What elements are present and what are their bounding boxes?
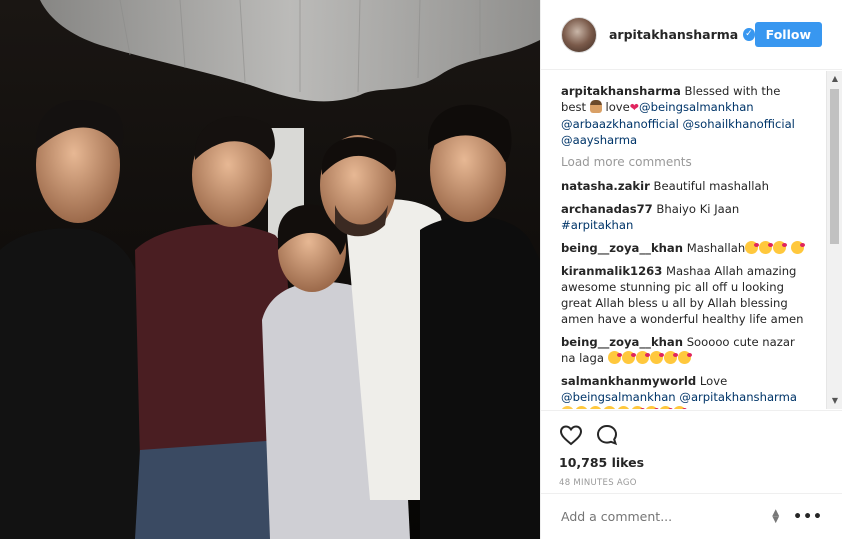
comment-username[interactable]: natasha.zakir bbox=[561, 179, 650, 193]
follow-button[interactable]: Follow bbox=[754, 22, 822, 47]
comment: being__zoya__khan Mashallah bbox=[561, 240, 823, 256]
post-photo[interactable] bbox=[0, 0, 540, 539]
comment-text: love bbox=[605, 100, 630, 114]
author-username[interactable]: arpitakhansharma bbox=[609, 27, 738, 42]
comment: natasha.zakir Beautiful mashallah bbox=[561, 178, 823, 194]
add-comment-input[interactable] bbox=[561, 509, 773, 524]
comment: salmankhanmyworld Love @beingsalmankhan … bbox=[561, 373, 823, 409]
comment: kiranmalik1263 Mashaa Allah amazing awes… bbox=[561, 263, 823, 327]
more-options-icon[interactable]: ••• bbox=[793, 509, 823, 525]
scroll-down-arrow-icon[interactable]: ▼ bbox=[827, 393, 842, 409]
resize-stepper-icon[interactable]: ▲ ▼ bbox=[772, 508, 779, 524]
mention-link[interactable]: @arbaazkhanofficial bbox=[561, 117, 679, 131]
comment-bubble-icon[interactable] bbox=[595, 424, 619, 446]
heart-eyes-emoji-icon bbox=[575, 406, 588, 409]
kiss-emoji-icon bbox=[659, 406, 673, 409]
heart-eyes-emoji-icon bbox=[617, 406, 630, 409]
avatar[interactable] bbox=[561, 16, 597, 53]
mention-link[interactable]: @sohailkhanofficial bbox=[683, 117, 795, 131]
comment-text: Beautiful mashallah bbox=[653, 179, 769, 193]
kiss-emoji-icon bbox=[673, 406, 687, 409]
mention-link[interactable]: @beingsalmankhan bbox=[639, 100, 754, 114]
kiss-emoji-icon bbox=[621, 351, 636, 364]
comments-list: arpitakhansharma Blessed with the best l… bbox=[541, 71, 842, 409]
kiss-emoji-icon bbox=[759, 241, 774, 254]
verified-badge-icon: ✓ bbox=[743, 28, 755, 41]
post-header: arpitakhansharma ✓ Follow bbox=[541, 0, 842, 70]
kiss-emoji-icon bbox=[790, 241, 805, 254]
comments-scrollbar[interactable]: ▲ ▼ bbox=[826, 71, 842, 409]
add-comment-bar: ▲▼ ••• bbox=[541, 493, 842, 539]
kiss-emoji-icon bbox=[607, 351, 622, 364]
load-more-comments-link[interactable]: Load more comments bbox=[561, 155, 823, 169]
kiss-emoji-icon bbox=[745, 241, 760, 254]
comment-text: Love bbox=[699, 374, 728, 388]
post-actions: 10,785 likes 48 MINUTES AGO bbox=[541, 410, 842, 488]
grin-emoji-icon bbox=[561, 406, 574, 409]
comment: archanadas77 Bhaiyo Ki Jaan #arpitakhan bbox=[561, 201, 823, 233]
post-timestamp: 48 MINUTES AGO bbox=[559, 478, 637, 488]
kiss-emoji-icon bbox=[677, 351, 692, 364]
kiss-emoji-icon bbox=[645, 406, 659, 409]
heart-eyes-emoji-icon bbox=[589, 406, 602, 409]
comment-username[interactable]: arpitakhansharma bbox=[561, 84, 681, 98]
hashtag-link[interactable]: #arpitakhan bbox=[561, 218, 633, 232]
comment-username[interactable]: salmankhanmyworld bbox=[561, 374, 696, 388]
comment-text: Bhaiyo Ki Jaan bbox=[656, 202, 740, 216]
caption: arpitakhansharma Blessed with the best l… bbox=[561, 83, 823, 148]
heart-eyes-emoji-icon bbox=[603, 406, 616, 409]
group-photo-illustration bbox=[0, 0, 540, 539]
comment-username[interactable]: being__zoya__khan bbox=[561, 335, 683, 349]
post-sidebar: arpitakhansharma ✓ Follow arpitakhanshar… bbox=[540, 0, 842, 539]
mention-link[interactable]: @beingsalmankhan bbox=[561, 390, 676, 404]
comment: being__zoya__khan Sooooo cute nazar na l… bbox=[561, 334, 823, 366]
mention-link[interactable]: @arpitakhansharma bbox=[679, 390, 797, 404]
kiss-emoji-icon bbox=[631, 406, 645, 409]
kiss-emoji-icon bbox=[635, 351, 650, 364]
like-heart-icon[interactable] bbox=[559, 424, 583, 446]
kiss-emoji-icon bbox=[663, 351, 678, 364]
comment-username[interactable]: archanadas77 bbox=[561, 202, 653, 216]
comment-username[interactable]: kiranmalik1263 bbox=[561, 264, 662, 278]
person-emoji-icon bbox=[589, 100, 602, 113]
scroll-up-arrow-icon[interactable]: ▲ bbox=[827, 71, 842, 87]
kiss-emoji-icon bbox=[649, 351, 664, 364]
comment-text: Mashallah bbox=[686, 241, 746, 255]
mention-link[interactable]: @aaysharma bbox=[561, 133, 637, 147]
kiss-emoji-icon bbox=[773, 241, 788, 254]
scrollbar-thumb[interactable] bbox=[830, 89, 839, 244]
heart-emoji-icon: ❤ bbox=[629, 101, 639, 114]
likes-count[interactable]: 10,785 likes bbox=[559, 455, 823, 470]
comment-username[interactable]: being__zoya__khan bbox=[561, 241, 683, 255]
